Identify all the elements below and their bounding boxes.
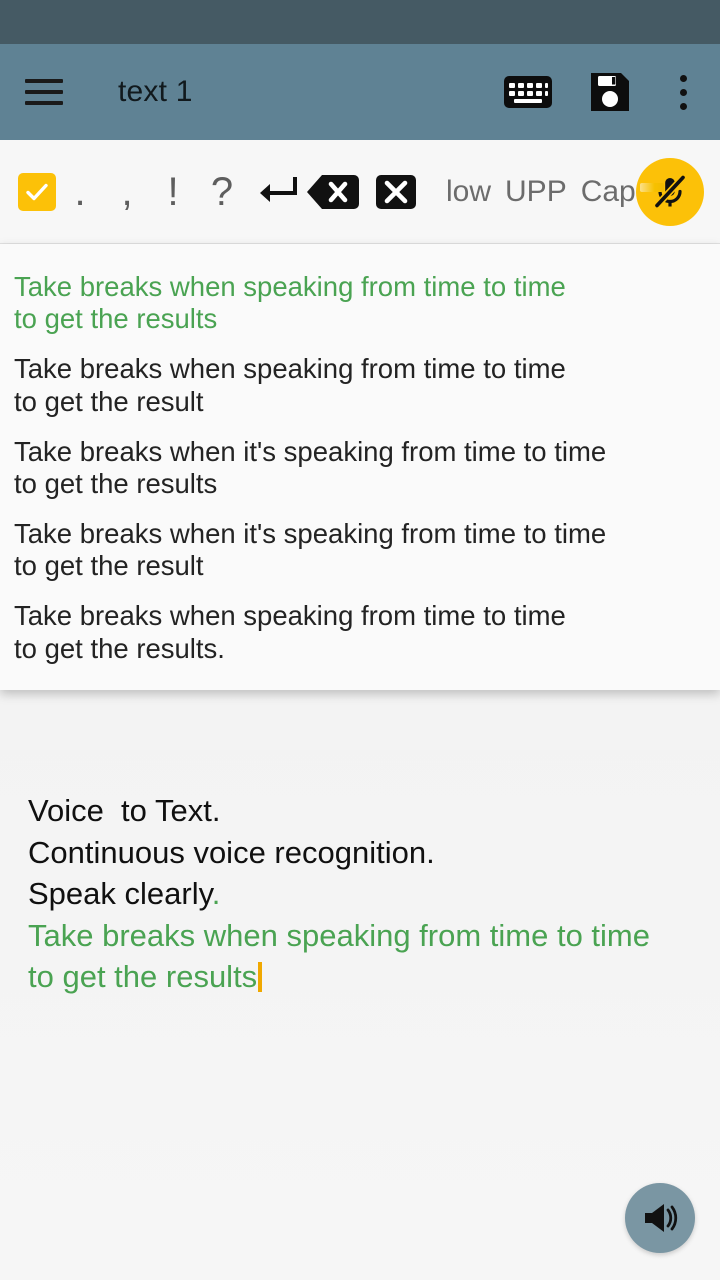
editor-line-tail: . [211, 876, 221, 911]
exclamation-button[interactable]: ! [150, 172, 196, 212]
backspace-button[interactable] [304, 172, 362, 212]
suggestion-line: Take breaks when it's speaking from time… [14, 518, 607, 550]
text-caret [258, 962, 263, 992]
suggestion-item[interactable]: Take breaks when it's speaking from time… [0, 427, 720, 509]
suggestion-item[interactable]: Take breaks when speaking from time to t… [0, 591, 720, 673]
editor-line: Take breaks when speaking from time to t… [28, 917, 650, 953]
punctuation-toolbar: . , ! ? low UPP Cap [0, 140, 720, 244]
suggestion-line: Take breaks when speaking from time to t… [14, 353, 566, 385]
app-bar-actions [504, 70, 698, 114]
text-editor[interactable]: Voice to Text. Continuous voice recognit… [0, 790, 720, 1280]
mic-muted-button[interactable] [636, 157, 704, 226]
save-icon[interactable] [588, 70, 632, 114]
comma-button[interactable]: , [104, 172, 150, 212]
editor-line: Speak clearly. [28, 873, 692, 915]
editor-line: Voice to Text. [28, 793, 221, 828]
hamburger-menu-icon[interactable] [22, 70, 66, 114]
suggestion-line: to get the results. [14, 632, 225, 664]
app-root: text 1 . , ! ? low UPP Cap Take breaks w… [0, 0, 720, 1280]
page-title: text 1 [118, 75, 193, 108]
menu-dot [679, 102, 687, 110]
suggestions-panel-wrap: Take breaks when speaking from time to t… [0, 244, 720, 690]
suggestion-item[interactable]: Take breaks when speaking from time to t… [0, 262, 720, 344]
suggestion-line: Take breaks when it's speaking from time… [14, 435, 607, 467]
suggestion-line: to get the result [14, 385, 204, 417]
question-button[interactable]: ? [196, 172, 248, 212]
case-active-marker [639, 182, 664, 192]
app-bar: text 1 [0, 44, 720, 140]
menu-dot [679, 74, 687, 82]
editor-line-text: Speak clearly [28, 876, 212, 911]
period-button[interactable]: . [56, 172, 104, 212]
suggestion-line: to get the results [14, 303, 218, 335]
hamburger-bar [25, 90, 63, 94]
suggestion-item[interactable]: Take breaks when speaking from time to t… [0, 344, 720, 426]
suggestion-line: to get the results [14, 467, 218, 499]
capitalize-button[interactable]: Cap [581, 175, 636, 209]
newline-button[interactable] [248, 175, 304, 209]
uppercase-button[interactable]: UPP [505, 175, 567, 209]
overflow-menu-icon[interactable] [668, 70, 698, 114]
hamburger-bar [25, 101, 63, 105]
menu-dot [679, 88, 687, 96]
clear-all-button[interactable] [368, 172, 424, 212]
lowercase-button[interactable]: low [446, 175, 491, 209]
editor-line: Continuous voice recognition. [28, 834, 435, 870]
suggestion-item[interactable]: Take breaks when it's speaking from time… [0, 509, 720, 591]
status-bar [0, 0, 720, 44]
suggestions-panel: Take breaks when speaking from time to t… [0, 244, 720, 690]
editor-line-text: to get the results [28, 959, 258, 994]
speak-aloud-button[interactable] [625, 1183, 695, 1253]
suggestion-line: to get the result [14, 550, 204, 582]
select-all-checkbox[interactable] [18, 172, 56, 211]
suggestion-line: Take breaks when speaking from time to t… [14, 600, 566, 632]
suggestion-line: Take breaks when speaking from time to t… [14, 271, 566, 302]
keyboard-icon[interactable] [504, 74, 552, 110]
case-mode-group: low UPP Cap [446, 175, 664, 209]
hamburger-bar [25, 79, 63, 83]
editor-line: to get the results [28, 956, 692, 998]
